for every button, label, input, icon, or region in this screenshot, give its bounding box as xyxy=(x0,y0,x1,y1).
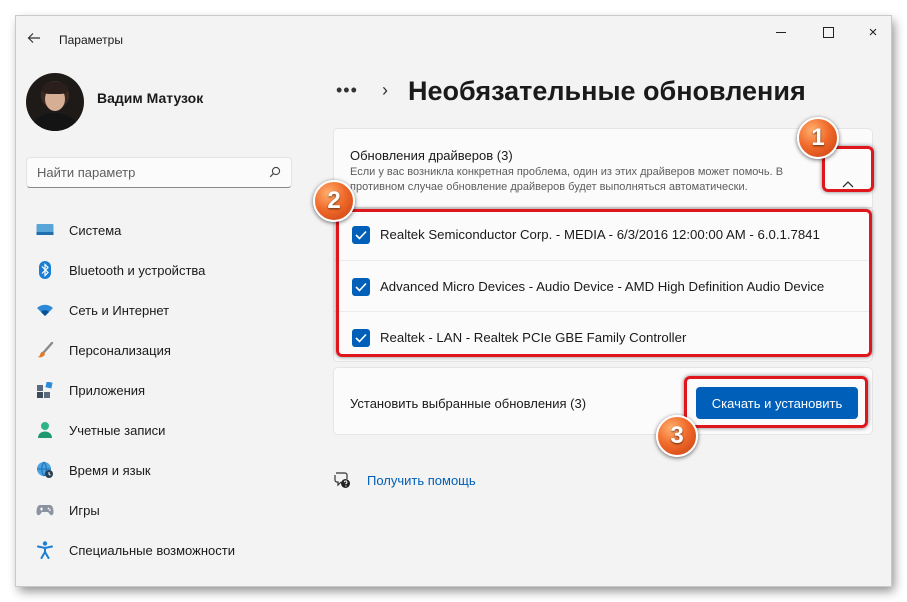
sidebar-nav: Система Bluetooth и устройства Сеть и Ин… xyxy=(26,210,296,570)
install-label: Установить выбранные обновления (3) xyxy=(350,396,587,411)
highlight-install-button xyxy=(684,376,868,428)
highlight-driver-list xyxy=(336,209,872,357)
sidebar-item-label: Bluetooth и устройства xyxy=(69,262,206,278)
search-box[interactable] xyxy=(26,157,292,188)
sidebar-item-system[interactable]: Система xyxy=(26,210,296,250)
sidebar-item-time-language[interactable]: Время и язык xyxy=(26,450,296,490)
driver-updates-description: Если у вас возникла конкретная проблема,… xyxy=(350,166,784,193)
sidebar-item-accounts[interactable]: Учетные записи xyxy=(26,410,296,450)
driver-updates-header[interactable]: Обновления драйверов (3) Если у вас возн… xyxy=(333,128,873,208)
globe-clock-icon xyxy=(36,461,54,479)
get-help-label: Получить помощь xyxy=(367,472,476,488)
accessibility-icon xyxy=(36,541,54,559)
bluetooth-icon xyxy=(36,261,54,279)
apps-icon xyxy=(36,381,54,399)
sidebar-item-gaming[interactable]: Игры xyxy=(26,490,296,530)
step-badge-3: 3 xyxy=(656,415,698,457)
accounts-icon xyxy=(36,421,54,439)
user-name: Вадим Матузок xyxy=(97,90,204,106)
search-icon[interactable] xyxy=(269,166,281,178)
sidebar-item-label: Приложения xyxy=(69,382,146,398)
help-icon xyxy=(334,472,350,488)
gamepad-icon xyxy=(36,501,54,519)
sidebar-item-accessibility[interactable]: Специальные возможности xyxy=(26,530,296,570)
sidebar-item-label: Специальные возможности xyxy=(69,542,235,558)
maximize-icon xyxy=(822,26,834,38)
maximize-button[interactable] xyxy=(805,16,851,48)
avatar[interactable] xyxy=(26,73,84,131)
brush-icon xyxy=(36,341,54,359)
get-help-link[interactable]: Получить помощь xyxy=(333,471,476,489)
sidebar-item-label: Персонализация xyxy=(69,342,171,358)
sidebar-item-label: Время и язык xyxy=(69,462,151,478)
sidebar-item-network[interactable]: Сеть и Интернет xyxy=(26,290,296,330)
sidebar-item-personalization[interactable]: Персонализация xyxy=(26,330,296,370)
breadcrumb-more-button[interactable]: ••• xyxy=(336,80,358,101)
minimize-icon xyxy=(776,31,786,33)
page-title: Необязательные обновления xyxy=(408,76,806,106)
settings-window: Параметры × Вадим Матузок Система Blueto… xyxy=(16,16,891,586)
sidebar-item-label: Учетные записи xyxy=(69,422,166,438)
wifi-icon xyxy=(36,301,54,319)
app-title: Параметры xyxy=(59,33,123,47)
sidebar-item-bluetooth[interactable]: Bluetooth и устройства xyxy=(26,250,296,290)
driver-updates-title: Обновления драйверов (3) xyxy=(350,148,513,163)
breadcrumb-separator-icon: › xyxy=(382,80,388,100)
close-icon: × xyxy=(868,23,878,41)
minimize-button[interactable] xyxy=(758,16,804,48)
step-badge-1: 1 xyxy=(797,117,839,159)
sidebar-item-label: Сеть и Интернет xyxy=(69,302,170,318)
close-button[interactable]: × xyxy=(850,16,891,48)
sidebar-item-apps[interactable]: Приложения xyxy=(26,370,296,410)
system-icon xyxy=(36,221,54,239)
sidebar-item-label: Система xyxy=(69,222,122,238)
back-arrow-icon[interactable] xyxy=(26,30,42,46)
step-badge-2: 2 xyxy=(313,180,355,222)
search-input[interactable] xyxy=(27,158,267,187)
sidebar-item-label: Игры xyxy=(69,502,100,518)
